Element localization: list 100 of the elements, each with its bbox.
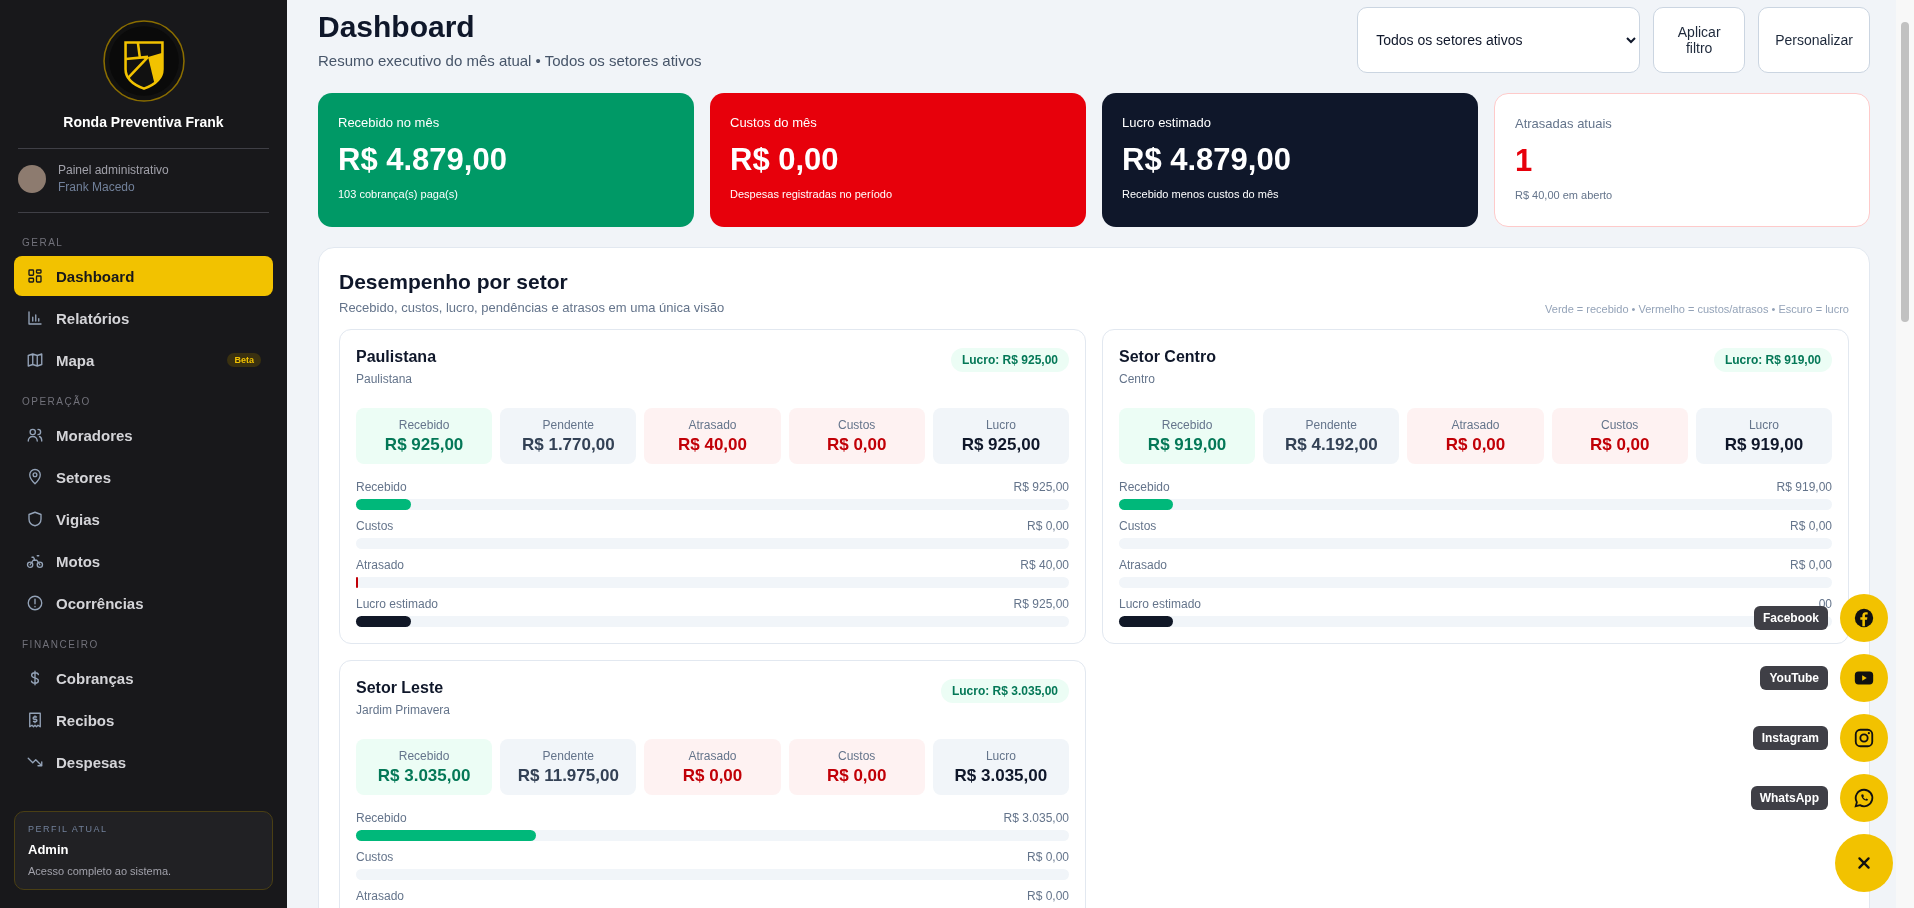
metric-label: Atrasado: [688, 748, 737, 763]
bar-value: R$ 40,00: [1020, 558, 1069, 572]
profile-caption: PERFIL ATUAL: [28, 824, 109, 834]
nav-item[interactable]: Cobranças: [14, 658, 273, 698]
receipt-icon: [26, 711, 44, 729]
kpi-label: Lucro estimado: [1122, 115, 1212, 130]
kpi-value: 1: [1515, 143, 1534, 179]
kpi-note: 103 cobrança(s) paga(s): [338, 188, 459, 200]
bar-label: Recebido: [1119, 480, 1170, 494]
sector-district: Centro: [1119, 372, 1157, 386]
user-name: Frank Macedo: [58, 180, 136, 194]
apply-filter-button[interactable]: Aplicar filtro: [1653, 7, 1746, 73]
social-label: WhatsApp: [1750, 786, 1828, 810]
metric-label: Custos: [1601, 417, 1639, 432]
sector-name: Paulistana: [356, 348, 437, 366]
metric-value: R$ 4.192,00: [1284, 434, 1378, 455]
bar-label: Atrasado: [356, 889, 405, 903]
sector-district: Jardim Primavera: [356, 703, 451, 717]
avatar: [18, 164, 46, 193]
metric-value: R$ 40,00: [678, 434, 747, 455]
metric-value: R$ 0,00: [1445, 434, 1506, 455]
bar-value: R$ 925,00: [1013, 480, 1069, 494]
map-pin-icon: [26, 468, 44, 486]
metric-value: R$ 0,00: [826, 765, 887, 786]
metric-label: Custos: [838, 748, 876, 763]
nav-item[interactable]: Vigias: [14, 499, 273, 539]
kpi-value: R$ 4.879,00: [1122, 142, 1292, 178]
bar-chart-icon: [26, 309, 44, 327]
profile-name: Admin: [28, 842, 70, 857]
shield-icon: [26, 510, 44, 528]
social-button[interactable]: [1840, 714, 1888, 762]
profit-pill: Lucro: R$ 919,00: [1713, 348, 1832, 372]
metric-label: Custos: [838, 417, 876, 432]
bar-label: Custos: [356, 519, 394, 533]
nav-item[interactable]: Moradores: [14, 415, 273, 455]
metric-label: Recebido: [398, 748, 450, 763]
grid-icon: [26, 267, 44, 285]
nav-item[interactable]: Setores: [14, 457, 273, 497]
profit-pill: Lucro: R$ 3.035,00: [940, 679, 1069, 703]
nav-item[interactable]: Motos: [14, 541, 273, 581]
metric-value: R$ 0,00: [826, 434, 887, 455]
kpi-label: Atrasadas atuais: [1515, 116, 1613, 131]
kpi-value: R$ 0,00: [730, 142, 840, 178]
sector-name: Setor Centro: [1119, 348, 1216, 366]
nav-item[interactable]: Mapa Beta: [14, 340, 273, 380]
metric-label: Pendente: [1305, 417, 1357, 432]
page-scrollbar[interactable]: [1896, 0, 1914, 908]
metric-label: Lucro: [1748, 417, 1779, 432]
circle-f-icon: [1853, 607, 1875, 629]
camera-icon: [1853, 727, 1875, 749]
social-button[interactable]: [1840, 774, 1888, 822]
social-label: YouTube: [1760, 666, 1828, 690]
page-subtitle: Resumo executivo do mês atual • Todos os setores ativos: [318, 52, 702, 69]
metric-label: Recebido: [1161, 417, 1213, 432]
social-button[interactable]: [1840, 594, 1888, 642]
metric-label: Lucro: [985, 417, 1016, 432]
bar-label: Atrasado: [1119, 558, 1168, 572]
bar-value: R$ 0,00: [1026, 519, 1069, 533]
metric-value: R$ 919,00: [1724, 434, 1804, 455]
metric-value: R$ 0,00: [1589, 434, 1650, 455]
kpi-label: Custos do mês: [730, 115, 818, 130]
metric-label: Lucro: [985, 748, 1016, 763]
nav-section-title: GERAL: [21, 236, 65, 250]
brand-name: Ronda Preventiva Frank: [63, 114, 224, 130]
section-subtitle: Recebido, custos, lucro, pendências e atrasos em uma única visão: [339, 300, 725, 315]
kpi-note: Despesas registradas no período: [730, 188, 894, 200]
customize-button[interactable]: Personalizar: [1758, 7, 1870, 73]
user-role: Painel administrativo: [58, 163, 169, 177]
color-legend: Verde = recebido • Vermelho = custos/atrasos • Escuro = lucro: [1545, 303, 1849, 315]
metric-value: R$ 0,00: [682, 765, 743, 786]
metric-value: R$ 11.975,00: [517, 765, 619, 786]
bar-label: Recebido: [356, 480, 407, 494]
sector-district: Paulistana: [356, 372, 414, 386]
metric-value: R$ 3.035,00: [954, 765, 1048, 786]
bar-label: Custos: [1119, 519, 1157, 533]
nav-item[interactable]: Despesas: [14, 742, 273, 782]
social-button[interactable]: [1840, 654, 1888, 702]
phone-bubble-icon: [1853, 787, 1875, 809]
bar-label: Custos: [356, 850, 394, 864]
nav-item[interactable]: Relatórios: [14, 298, 273, 338]
nav-item[interactable]: Dashboard: [14, 256, 273, 296]
bar-value: R$ 0,00: [1789, 519, 1832, 533]
map-icon: [26, 351, 44, 369]
nav-section-title: OPERAÇÃO: [21, 394, 92, 409]
alert-icon: [26, 594, 44, 612]
metric-value: R$ 3.035,00: [377, 765, 471, 786]
bicycle-icon: [26, 552, 44, 570]
bar-label: Recebido: [356, 811, 407, 825]
nav-item[interactable]: Ocorrências: [14, 583, 273, 623]
social-label: Instagram: [1752, 726, 1828, 750]
nav-item[interactable]: Recibos: [14, 700, 273, 740]
bar-value: R$ 3.035,00: [1003, 811, 1069, 825]
metric-label: Atrasado: [688, 417, 737, 432]
metric-value: R$ 1.770,00: [521, 434, 615, 455]
close-button[interactable]: [1835, 834, 1893, 892]
nav-section-title: FINANCEIRO: [21, 638, 100, 652]
bar-value: R$ 919,00: [1776, 480, 1832, 494]
users-icon: [26, 426, 44, 444]
sector-filter-select[interactable]: Todos os setores ativos: [1357, 7, 1641, 73]
bar-label: Lucro estimado: [356, 597, 439, 611]
